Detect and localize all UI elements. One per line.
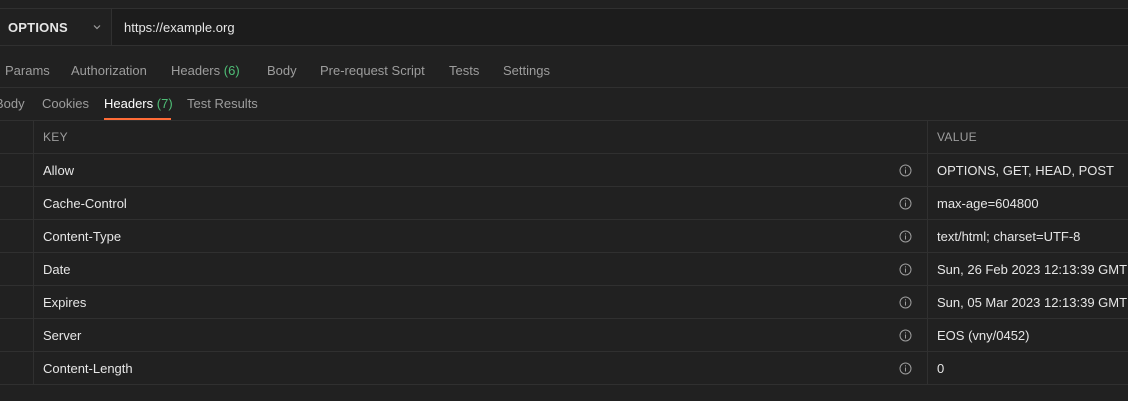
headers-table: KEY VALUE Allow OPTIONS, GET, HEAD, POST…	[0, 121, 1128, 385]
method-label: OPTIONS	[8, 19, 68, 35]
header-value: text/html; charset=UTF-8	[937, 229, 1081, 244]
header-key: Server	[43, 328, 82, 343]
info-icon[interactable]	[899, 263, 912, 276]
table-row: Content-Length 0	[0, 352, 1128, 385]
info-icon[interactable]	[899, 197, 912, 210]
response-tab-body[interactable]: Body	[0, 96, 25, 111]
tab-headers-count: (6)	[223, 63, 240, 78]
tab-authorization[interactable]: Authorization	[71, 63, 147, 78]
column-divider	[927, 121, 928, 153]
row-gutter	[0, 286, 34, 318]
url-input[interactable]: https://example.org	[112, 9, 1128, 45]
table-row: Expires Sun, 05 Mar 2023 12:13:39 GMT	[0, 286, 1128, 319]
info-icon[interactable]	[899, 164, 912, 177]
header-value: max-age=604800	[937, 196, 1039, 211]
column-header-value: VALUE	[937, 130, 977, 144]
column-divider	[927, 319, 928, 351]
row-gutter	[0, 220, 34, 252]
column-divider	[927, 154, 928, 186]
request-tabs: Params Authorization Headers (6) Body Pr…	[0, 54, 1128, 88]
response-tab-headers[interactable]: Headers (7)	[104, 96, 173, 111]
header-value: Sun, 26 Feb 2023 12:13:39 GMT	[937, 262, 1128, 277]
header-value: EOS (vny/0452)	[937, 328, 1030, 343]
table-row: Cache-Control max-age=604800	[0, 187, 1128, 220]
header-key: Content-Length	[43, 361, 133, 376]
response-tab-cookies[interactable]: Cookies	[42, 96, 89, 111]
header-key: Expires	[43, 295, 87, 310]
header-value: OPTIONS, GET, HEAD, POST	[937, 163, 1114, 178]
chevron-down-icon	[93, 25, 101, 30]
response-tabs: Body Cookies Headers (7) Test Results	[0, 88, 1128, 121]
table-row: Allow OPTIONS, GET, HEAD, POST	[0, 154, 1128, 187]
info-icon[interactable]	[899, 230, 912, 243]
column-divider	[927, 352, 928, 384]
info-icon[interactable]	[899, 296, 912, 309]
column-header-key: KEY	[43, 130, 68, 144]
info-icon[interactable]	[899, 329, 912, 342]
active-tab-underline	[104, 118, 171, 120]
header-value: Sun, 05 Mar 2023 12:13:39 GMT	[937, 295, 1128, 310]
column-divider	[927, 187, 928, 219]
row-gutter	[0, 319, 34, 351]
method-select[interactable]: OPTIONS	[0, 9, 112, 45]
response-tab-headers-label: Headers	[104, 96, 154, 111]
table-header-row: KEY VALUE	[0, 121, 1128, 154]
header-key: Date	[43, 262, 71, 277]
url-bar: OPTIONS https://example.org	[0, 8, 1128, 46]
top-strip	[0, 0, 1128, 8]
table-row: Date Sun, 26 Feb 2023 12:13:39 GMT	[0, 253, 1128, 286]
tab-body[interactable]: Body	[267, 63, 297, 78]
tab-pre-request-script[interactable]: Pre-request Script	[320, 63, 425, 78]
table-row: Content-Type text/html; charset=UTF-8	[0, 220, 1128, 253]
column-divider	[927, 286, 928, 318]
table-row: Server EOS (vny/0452)	[0, 319, 1128, 352]
tab-params[interactable]: Params	[5, 63, 50, 78]
tab-tests[interactable]: Tests	[449, 63, 479, 78]
row-gutter	[0, 187, 34, 219]
header-value: 0	[937, 361, 945, 376]
response-tab-test-results[interactable]: Test Results	[187, 96, 258, 111]
row-gutter	[0, 121, 34, 153]
response-tab-headers-count: (7)	[156, 96, 173, 111]
info-icon[interactable]	[899, 362, 912, 375]
row-gutter	[0, 352, 34, 384]
column-divider	[927, 253, 928, 285]
column-divider	[927, 220, 928, 252]
header-key: Cache-Control	[43, 196, 127, 211]
tab-headers[interactable]: Headers (6)	[171, 63, 240, 78]
header-key: Allow	[43, 163, 75, 178]
tab-headers-label: Headers	[171, 63, 221, 78]
row-gutter	[0, 154, 34, 186]
tab-settings[interactable]: Settings	[503, 63, 550, 78]
row-gutter	[0, 253, 34, 285]
header-key: Content-Type	[43, 229, 122, 244]
